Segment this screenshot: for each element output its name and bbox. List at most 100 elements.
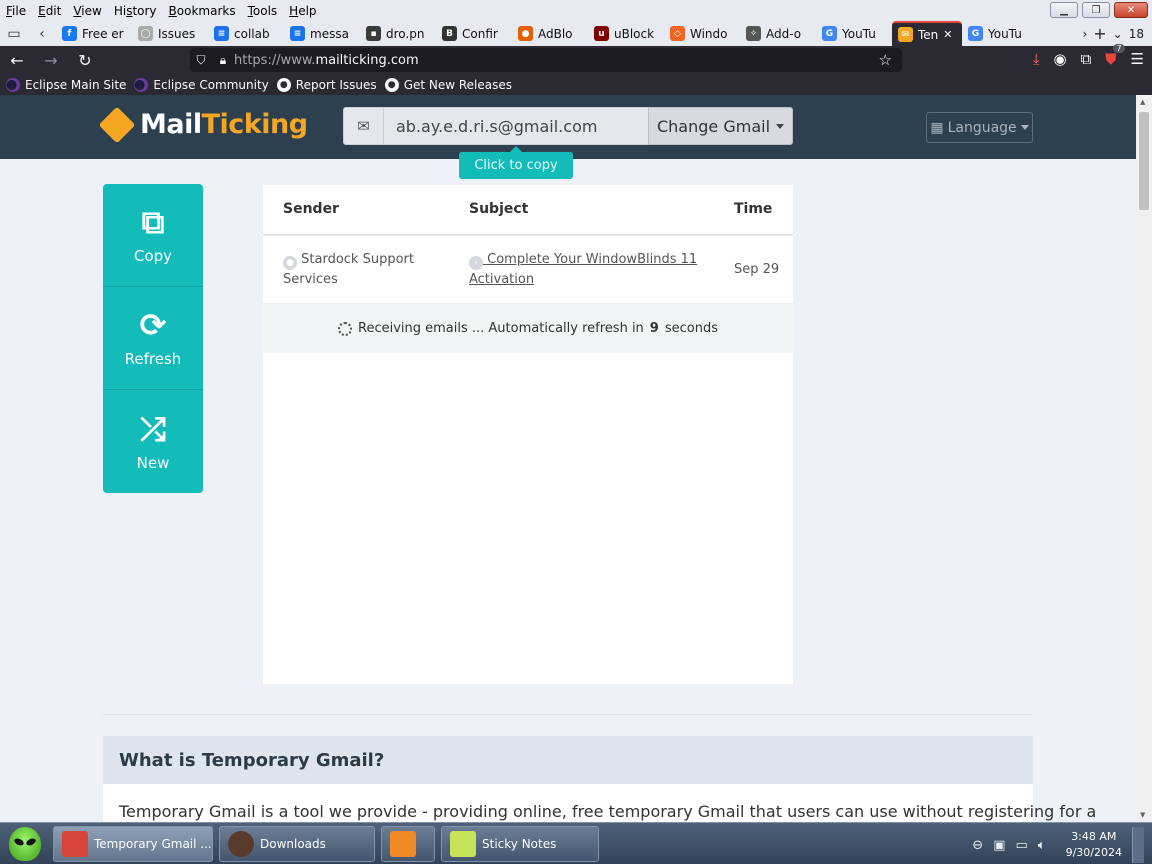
- browser-tab[interactable]: ✧ Add-o: [740, 21, 816, 46]
- extensions-icon[interactable]: ⧉: [1081, 50, 1092, 68]
- tab-favicon-icon: u: [594, 26, 609, 41]
- row-time: Sep 29: [734, 262, 780, 277]
- new-tab-icon[interactable]: +: [1093, 24, 1106, 43]
- tab-favicon-icon: B: [442, 26, 457, 41]
- logo-text-mail: Mail: [140, 109, 202, 140]
- app-menu-icon[interactable]: ☰: [1131, 50, 1144, 68]
- account-icon[interactable]: ◉: [1053, 50, 1066, 68]
- taskbar-item-media[interactable]: [381, 826, 435, 862]
- status-suffix: seconds: [664, 321, 718, 336]
- browser-tab[interactable]: ≡ collab: [208, 21, 284, 46]
- scrollbar-thumb[interactable]: [1139, 112, 1149, 210]
- forward-arrow-icon[interactable]: →: [34, 51, 68, 70]
- bookmark-report-issues[interactable]: ● Report Issues: [276, 77, 377, 92]
- new-button[interactable]: ⤮ New: [103, 390, 203, 493]
- toolbar-actions: ⤓ ◉ ⧉ ⛊ 7 ☰: [1033, 44, 1144, 68]
- list-all-tabs-icon[interactable]: ⌄: [1113, 27, 1123, 41]
- refresh-button[interactable]: ⟳ Refresh: [103, 287, 203, 390]
- volume-muted-icon[interactable]: 🔈︎: [1038, 838, 1046, 853]
- tab-label: Confir: [462, 26, 498, 41]
- downloads-app-icon: [228, 831, 254, 857]
- tab-favicon-icon: ◇: [670, 26, 685, 41]
- web-page: Mail Ticking ✉ ab.ay.e.d.ri.s@gmail.com C…: [0, 95, 1136, 822]
- tab-label: Ten: [918, 27, 939, 42]
- scroll-tabs-right-icon[interactable]: ›: [1082, 27, 1087, 41]
- menu-tools[interactable]: Tools: [242, 4, 284, 18]
- reload-icon[interactable]: ↻: [68, 51, 102, 70]
- display-icon[interactable]: ▭: [1015, 838, 1027, 853]
- close-tab-icon[interactable]: ✕: [943, 28, 952, 41]
- language-dropdown[interactable]: ▦ Language: [926, 112, 1033, 143]
- back-arrow-icon[interactable]: ←: [0, 51, 34, 70]
- show-desktop-button[interactable]: [1132, 827, 1144, 863]
- browser-tab[interactable]: ◯ Issues: [132, 21, 208, 46]
- menu-help[interactable]: Help: [283, 4, 322, 18]
- menu-history[interactable]: History: [108, 4, 163, 18]
- caret-down-icon: [776, 123, 785, 129]
- site-logo[interactable]: Mail Ticking: [98, 106, 308, 143]
- lock-icon[interactable]: 🔒︎: [212, 53, 234, 68]
- header-time: Time: [734, 201, 773, 217]
- tab-count: 18: [1128, 26, 1144, 41]
- url-domain: mailticking.com: [315, 52, 419, 68]
- browser-tab[interactable]: ▪ dro.pn: [360, 21, 436, 46]
- refresh-icon: ⟳: [139, 306, 167, 344]
- copy-button[interactable]: ⧉ Copy: [103, 184, 203, 287]
- bookmark-star-icon[interactable]: ☆: [879, 51, 892, 69]
- clock[interactable]: 3:48 AM 9/30/2024: [1066, 829, 1122, 861]
- scroll-down-icon[interactable]: ▼: [1140, 811, 1145, 819]
- new-label: New: [136, 453, 170, 472]
- browser-tab[interactable]: f Free er: [56, 21, 132, 46]
- menu-edit[interactable]: Edit: [32, 4, 67, 18]
- network-icon[interactable]: ▣: [993, 838, 1005, 853]
- downloads-icon[interactable]: ⤓: [1033, 50, 1040, 68]
- row-subject: › Complete Your WindowBlinds 11 Activati…: [449, 250, 714, 289]
- scroll-tabs-left-icon[interactable]: ‹: [28, 26, 56, 42]
- scroll-up-icon[interactable]: ▲: [1140, 98, 1145, 106]
- taskbar-item-downloads[interactable]: Downloads: [219, 826, 375, 862]
- menu-file[interactable]: File: [0, 4, 32, 18]
- status-seconds: 9: [649, 321, 659, 336]
- page-scrollbar[interactable]: ▲ ▼: [1136, 95, 1152, 822]
- taskbar-item-label: Sticky Notes: [482, 837, 557, 851]
- taskbar-item-browser[interactable]: Temporary Gmail ...: [53, 826, 213, 862]
- bookmark-eclipse-community[interactable]: Eclipse Community: [134, 77, 269, 92]
- table-row[interactable]: ● Stardock Support Services › Complete Y…: [263, 236, 793, 304]
- tab-groups-icon[interactable]: ▭: [0, 26, 28, 42]
- browser-tab[interactable]: B Confir: [436, 21, 512, 46]
- system-tray: ⊖ ▣ ▭ 🔈︎ 3:48 AM 9/30/2024: [972, 827, 1144, 863]
- chevron-right-icon: ›: [469, 256, 483, 270]
- browser-tab[interactable]: G YouTu: [816, 21, 892, 46]
- minimize-button[interactable]: ▁: [1050, 2, 1078, 18]
- browser-tab[interactable]: ◇ Windo: [664, 21, 740, 46]
- tab-favicon-icon: G: [822, 26, 837, 41]
- menu-bookmarks[interactable]: Bookmarks: [163, 4, 242, 18]
- inbox-header: Sender Subject Time: [263, 185, 793, 236]
- restore-button[interactable]: ❐: [1082, 2, 1110, 18]
- start-button[interactable]: [6, 825, 44, 863]
- bookmark-eclipse-main[interactable]: Eclipse Main Site: [6, 77, 127, 92]
- tab-overflow: › + ⌄ 18: [1082, 24, 1152, 43]
- email-address-field[interactable]: ab.ay.e.d.ri.s@gmail.com: [384, 107, 648, 145]
- menu-view[interactable]: View: [67, 4, 107, 18]
- tab-label: Free er: [82, 26, 124, 41]
- bookmark-get-new-releases[interactable]: ● Get New Releases: [384, 77, 513, 92]
- browser-tab[interactable]: G YouTu: [962, 21, 1038, 46]
- tray-minus-icon[interactable]: ⊖: [972, 838, 983, 853]
- browser-tab[interactable]: u uBlock: [588, 21, 664, 46]
- browser-tab[interactable]: ● AdBlo: [512, 21, 588, 46]
- taskbar-item-sticky-notes[interactable]: Sticky Notes: [441, 826, 599, 862]
- bookmark-label: Get New Releases: [403, 77, 513, 92]
- eclipse-icon: [6, 77, 20, 92]
- address-bar[interactable]: ⛉ 🔒︎ https://www. mailticking.com ☆: [190, 48, 902, 72]
- tracking-shield-icon[interactable]: ⛉: [190, 53, 212, 68]
- browser-tab[interactable]: ✉ Ten ✕: [892, 21, 962, 46]
- subject-link[interactable]: › Complete Your WindowBlinds 11 Activati…: [469, 252, 697, 287]
- close-window-button[interactable]: ✕: [1114, 2, 1148, 18]
- bookmark-label: Eclipse Main Site: [25, 77, 127, 92]
- copy-label: Copy: [133, 247, 173, 265]
- tab-favicon-icon: ✉: [898, 27, 913, 42]
- browser-tab[interactable]: ≡ messa: [284, 21, 360, 46]
- change-gmail-button[interactable]: Change Gmail: [648, 107, 793, 145]
- ublock-icon[interactable]: ⛊ 7: [1105, 44, 1125, 68]
